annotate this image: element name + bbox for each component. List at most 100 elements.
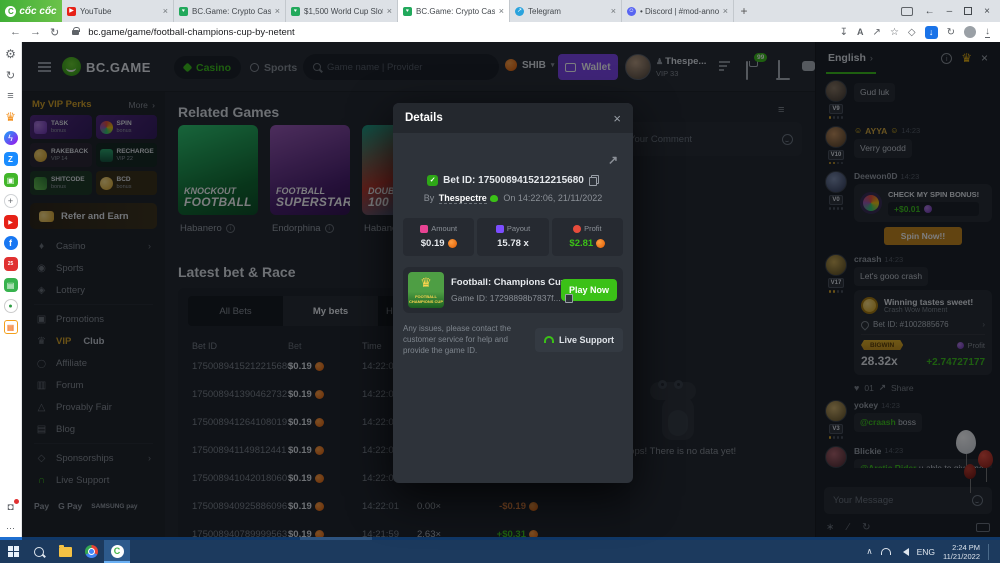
start-button[interactable] [0,540,26,563]
add-shortcut-icon[interactable] [3,194,18,208]
stat-payout: Payout 15.78 x [477,218,549,256]
browser-tab-bar: cốc cốc YouTube BC.Game: Crypto Casino G… [0,0,1000,22]
close-window-button[interactable] [984,6,990,17]
bookmark-star-icon[interactable] [890,27,899,38]
bcgame-favicon [179,6,188,16]
live-support-button[interactable]: Live Support [534,327,623,352]
bet-author-row: By Thespectre On 14:22:06, 21/11/2022 [423,193,603,204]
browser-side-strip [0,42,22,540]
download-manager-icon[interactable] [924,25,938,39]
facebook-shortcut-icon[interactable] [3,236,18,250]
notifications-bell-icon[interactable] [4,499,19,514]
game-thumbnail[interactable]: FOOTBALL CHAMPIONS CUP [408,272,444,308]
share-icon[interactable] [873,27,881,38]
zalo-icon[interactable] [3,152,18,166]
bet-stats-row: Amount $0.19 Payout 15.78 x Profit $2.81 [403,218,623,256]
address-url[interactable]: bc.game/game/football-champions-cup-by-n… [88,27,294,38]
modal-header: Details [393,103,633,133]
coccoc-brand-label: cốc cốc [19,5,57,17]
share-bet-icon[interactable] [608,153,618,167]
support-note: Any issues, please contact the customer … [403,324,512,355]
cast-icon[interactable] [900,6,913,16]
crown-icon[interactable] [4,110,18,124]
games-icon[interactable] [3,173,18,187]
coccoc-brand-button[interactable]: cốc cốc [0,0,62,22]
windows-taskbar: ENG 2:24 PM 11/21/2022 [0,540,1000,563]
coccoc-icon [110,545,124,558]
taskbar-clock[interactable]: 2:24 PM 11/21/2022 [943,543,980,561]
history-icon[interactable] [4,68,18,82]
tab-close-icon[interactable] [723,6,728,16]
support-note-row: Any issues, please contact the customer … [403,323,623,356]
tab-close-icon[interactable] [611,6,616,16]
forward-button[interactable] [30,26,41,38]
bet-details-modal: Details Bet ID: 1750089415212215680 By T… [393,103,633,483]
browser-tab-bcgame-1[interactable]: BC.Game: Crypto Casino Gan [174,0,286,22]
cart-shortcut-icon[interactable] [3,320,18,334]
coccoc-logo-icon [5,5,17,17]
profit-icon [573,224,582,233]
more-options-icon[interactable] [4,521,18,535]
bet-author-link[interactable]: Thespectre [438,193,487,204]
stat-profit: Profit $2.81 [551,218,623,256]
downloads-tray-icon[interactable] [985,26,990,38]
maximize-button[interactable] [964,7,973,15]
reload-button[interactable] [50,26,59,39]
sports-shortcut-icon[interactable] [3,299,18,313]
browser-tab-worldcup[interactable]: $1,500 World Cup Slot Chall [286,0,398,22]
coccoc-taskbar-button[interactable] [104,540,130,563]
browser-tab-youtube[interactable]: YouTube [62,0,174,22]
stat-amount: Amount $0.19 [403,218,475,256]
file-explorer-button[interactable] [52,540,78,563]
tab-close-icon[interactable] [275,6,280,16]
download-page-icon[interactable] [840,27,848,38]
game-id-row: Game ID: 17298898b7837f... [451,292,575,303]
network-icon[interactable] [880,548,891,555]
tab-close-icon[interactable] [387,6,392,16]
search-icon [34,546,44,557]
shop-shortcut-icon[interactable] [3,278,18,292]
youtube-shortcut-icon[interactable] [3,215,18,229]
folder-icon [58,544,72,557]
translate-icon[interactable] [857,27,864,38]
toolbar-extensions [840,25,990,39]
tab-close-icon[interactable] [163,6,168,16]
telegram-favicon [515,6,524,16]
language-indicator[interactable]: ENG [917,547,935,557]
copy-icon[interactable] [588,175,599,186]
youtube-favicon [67,6,76,16]
shib-coin-icon [447,239,457,248]
sale-shortcut-icon[interactable] [3,257,18,271]
adblock-shield-icon[interactable] [908,27,916,38]
window-controls [891,0,1000,22]
verified-shield-icon [427,175,439,186]
reading-list-icon[interactable] [4,89,18,103]
tab-close-icon[interactable] [499,6,504,16]
game-info-card: FOOTBALL CHAMPIONS CUP Football: Champio… [403,267,623,313]
profile-avatar-icon[interactable] [964,26,976,38]
sync-icon[interactable] [947,27,955,38]
bet-id-row: Bet ID: 1750089415212215680 [393,175,633,186]
minimize-button[interactable] [947,6,953,17]
show-desktop-button[interactable] [988,543,992,560]
new-tab-button[interactable] [734,0,754,22]
game-name: Football: Champions Cup [451,277,567,288]
chrome-button[interactable] [78,540,104,563]
browser-toolbar: bc.game/game/football-champions-cup-by-n… [0,22,1000,42]
browser-tab-discord[interactable]: • Discord | #mod-announc [622,0,734,22]
tab-restore-icon[interactable] [925,6,935,17]
messenger-icon[interactable] [3,131,18,145]
notification-dot [13,499,19,504]
modal-title: Details [405,112,443,124]
chrome-icon [84,545,98,558]
windows-logo-icon [7,546,19,557]
back-button[interactable] [10,26,21,38]
show-hidden-icons[interactable] [866,546,872,557]
browser-tab-telegram[interactable]: Telegram [510,0,622,22]
taskbar-search-button[interactable] [26,540,52,563]
speaker-icon[interactable] [899,547,909,556]
shib-coin-icon [596,239,606,248]
settings-gear-icon[interactable] [4,47,18,61]
browser-tab-bcgame-2[interactable]: BC.Game: Crypto Casino Ga [398,0,510,22]
modal-close-icon[interactable] [613,111,621,126]
